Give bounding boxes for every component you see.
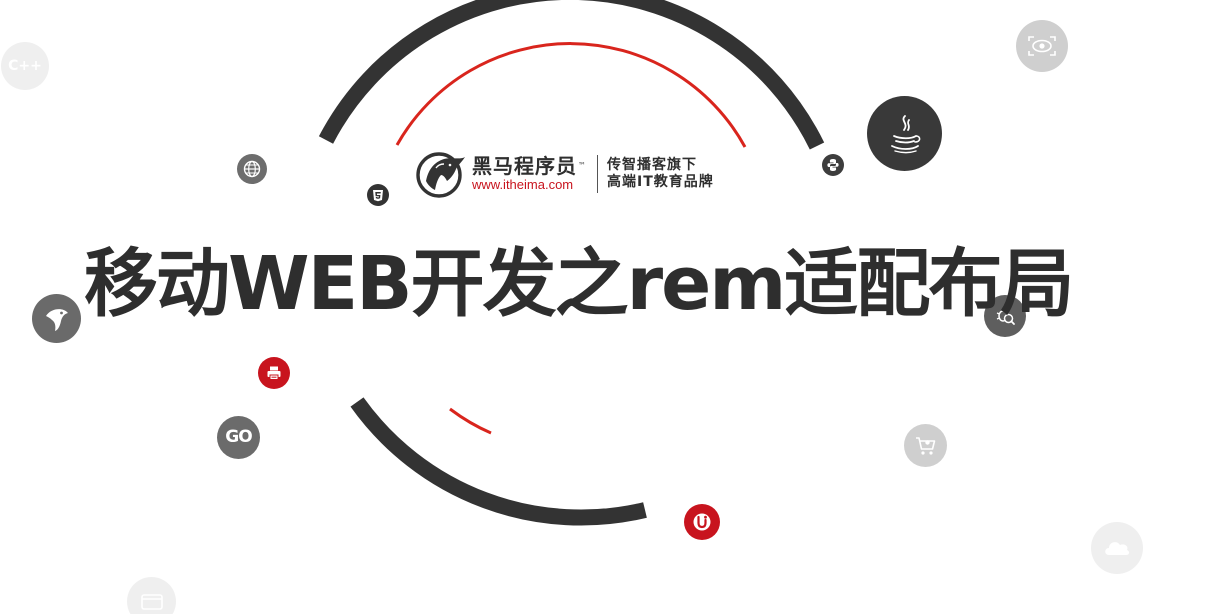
trademark-symbol: ™ bbox=[578, 161, 587, 170]
penguin-icon bbox=[32, 294, 81, 343]
top-dark-arc bbox=[318, 0, 825, 150]
bottom-red-arc bbox=[449, 407, 492, 435]
logo-divider bbox=[597, 155, 598, 193]
java-icon bbox=[867, 96, 942, 171]
slide: C++ GO 黑马程序员™ www.itheima.com 传智播客旗下 高端I… bbox=[0, 0, 1219, 614]
eye-scan-icon bbox=[1016, 20, 1068, 72]
slogan-line-2: 高端IT教育品牌 bbox=[607, 174, 714, 190]
top-red-arc bbox=[395, 42, 747, 148]
globe-icon bbox=[237, 154, 267, 184]
cpp-icon: C++ bbox=[1, 42, 49, 90]
brand-url: www.itheima.com bbox=[472, 177, 574, 192]
horse-logo-icon bbox=[414, 148, 468, 200]
brand-name: 黑马程序员™ bbox=[472, 154, 587, 178]
python-icon bbox=[822, 154, 844, 176]
slide-title: 移动WEB开发之rem适配布局 bbox=[84, 241, 1074, 327]
printer-icon bbox=[258, 357, 290, 389]
slogan-line-1: 传智播客旗下 bbox=[607, 157, 697, 173]
html5-icon bbox=[367, 184, 389, 206]
bottom-dark-arc bbox=[350, 397, 647, 526]
cloud-icon bbox=[1091, 522, 1143, 574]
brand-slogan: 传智播客旗下 高端IT教育品牌 bbox=[607, 157, 714, 191]
uniapp-icon bbox=[684, 504, 720, 540]
cart-icon bbox=[904, 424, 947, 467]
go-icon: GO bbox=[217, 416, 260, 459]
brand-logo: 黑马程序员™ www.itheima.com 传智播客旗下 高端IT教育品牌 bbox=[414, 148, 714, 200]
